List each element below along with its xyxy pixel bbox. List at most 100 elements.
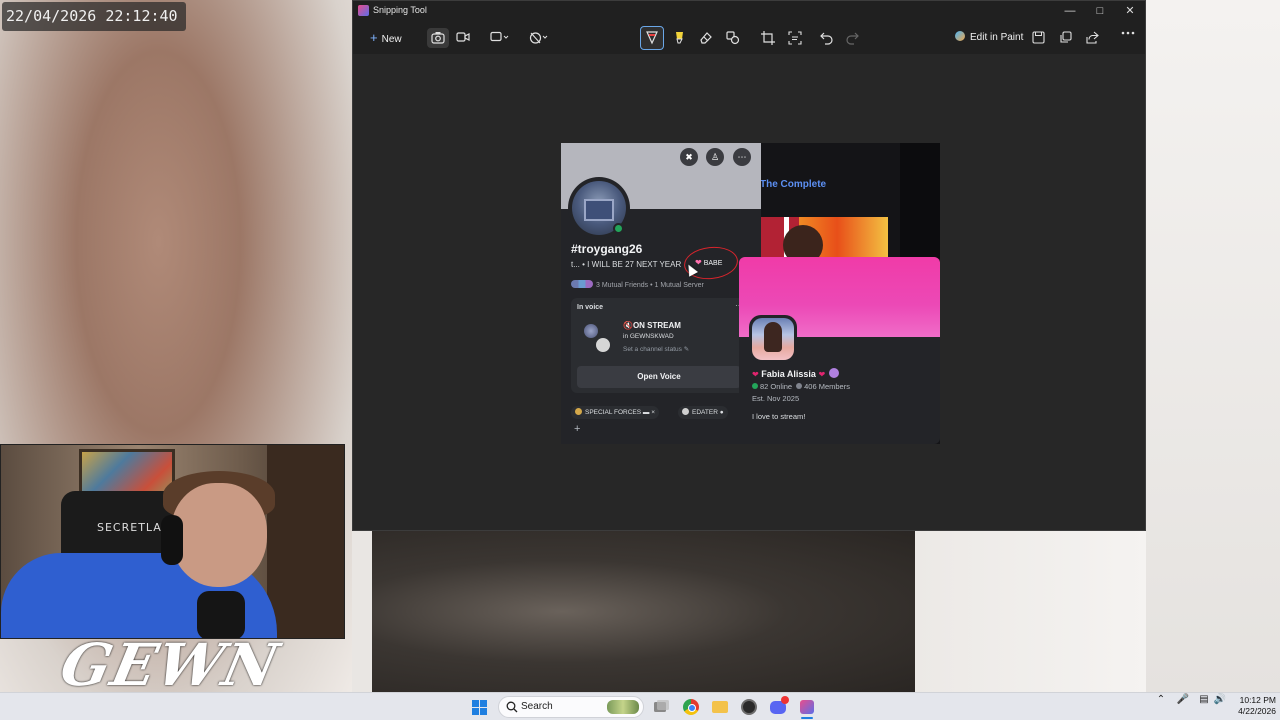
capture-dark-edge [900, 143, 940, 259]
network-icon[interactable]: ▤ [1197, 693, 1211, 707]
taskbar: Search ⌃ 🎤 ▤ 🔊 10:12 PM 4/22/2026 [0, 692, 1280, 720]
obs-button[interactable] [739, 697, 759, 717]
toolbar: + New Edit in Paint [353, 22, 1145, 54]
more-icon [1121, 31, 1135, 35]
tag-dot-icon [575, 408, 582, 415]
volume-icon[interactable]: 🔊 [1213, 693, 1227, 707]
shapes-button[interactable] [722, 28, 744, 48]
active-app-indicator [801, 717, 813, 719]
maximize-button[interactable]: □ [1085, 3, 1115, 20]
headset [161, 515, 183, 565]
redo-button[interactable] [841, 28, 863, 48]
user-profile-card: ✖ ♙ ⋯ #troygang26 t... • I WILL BE 27 NE… [561, 143, 761, 444]
webcam-feed: SECRETLAB [0, 444, 345, 639]
server-name-text: Fabia Alissia [761, 369, 816, 379]
system-clock[interactable]: 10:12 PM 4/22/2026 [1234, 695, 1276, 717]
start-button[interactable] [472, 700, 487, 715]
add-icon: + [574, 423, 581, 435]
task-view-button[interactable] [651, 697, 671, 717]
voice-server-name: in GEWNSKWAD [623, 333, 674, 340]
share-icon [1085, 31, 1099, 44]
text-actions-button[interactable] [784, 28, 806, 48]
edit-in-paint-label: Edit in Paint [970, 32, 1024, 43]
online-status-icon [613, 223, 624, 234]
save-icon [1031, 31, 1045, 44]
copy-button[interactable] [1054, 28, 1076, 48]
server-badge-icon [829, 368, 840, 378]
snipping-tool-app-icon [358, 5, 369, 16]
chevron-up-icon[interactable]: ⌃ [1154, 693, 1168, 707]
chrome-icon [683, 699, 699, 715]
edit-in-paint-button[interactable]: Edit in Paint [951, 28, 1027, 48]
channel-status-text: Set a channel status ✎ [623, 346, 690, 353]
streamer-face [171, 483, 267, 587]
video-icon [456, 32, 470, 42]
undo-icon [820, 32, 833, 45]
windows-logo-icon [472, 708, 479, 715]
copy-icon [1059, 31, 1072, 43]
voice-user-icon [594, 336, 612, 354]
stream-logo: GEWN [54, 631, 286, 699]
snipping-tool-taskbar-button[interactable] [797, 697, 817, 717]
obs-icon [741, 699, 757, 715]
highlighter-button[interactable] [668, 28, 690, 48]
members-dot-icon [796, 383, 803, 389]
delay-dropdown[interactable] [525, 28, 553, 48]
file-explorer-button[interactable] [710, 697, 730, 717]
microphone-icon[interactable]: 🎤 [1176, 693, 1190, 707]
timer-icon [529, 32, 548, 44]
video-thumbnail [761, 217, 888, 265]
mutual-text: 3 Mutual Friends • 1 Mutual Server [596, 282, 704, 289]
ballpoint-pen-icon [646, 31, 658, 45]
close-button[interactable]: ✕ [1115, 3, 1145, 20]
more-icon: ⋯ [733, 148, 751, 166]
undo-button[interactable] [816, 28, 838, 48]
save-button[interactable] [1027, 28, 1049, 48]
server-tag: EDATER ● [678, 406, 728, 419]
shapes-icon [726, 31, 740, 45]
in-voice-label: In voice [577, 304, 604, 311]
heart-icon: ❤ [752, 370, 759, 379]
new-snip-button[interactable]: + New [364, 27, 412, 49]
crop-button[interactable] [757, 28, 779, 48]
camera-icon [431, 32, 445, 44]
server-name: ❤ Fabia Alissia ❤ [752, 368, 840, 379]
background-video-frame [372, 531, 915, 692]
snipping-tool-window: Snipping Tool — □ ✕ + New Edit in Paint … [352, 0, 1146, 531]
mutual-avatars-icon [571, 280, 593, 288]
folder-icon [712, 701, 728, 713]
flag-icon: ▬ [642, 409, 650, 416]
webcam-door [267, 445, 344, 638]
taskbar-search[interactable]: Search [498, 696, 644, 718]
crop-icon [761, 31, 775, 45]
server-stats: 82 Online 406 Members [752, 382, 850, 391]
eraser-button[interactable] [695, 28, 717, 48]
new-label: New [381, 34, 402, 45]
tag-dot-icon [682, 408, 689, 415]
chrome-button[interactable] [681, 697, 701, 717]
server-profile-card: ❤ Fabia Alissia ❤ 82 Online 406 Members E… [739, 257, 940, 444]
title-bar[interactable]: Snipping Tool — □ ✕ [353, 1, 1145, 22]
snip-shape-dropdown[interactable] [486, 28, 514, 48]
chair-logo: SECRETLAB [97, 521, 171, 534]
paint-icon [955, 31, 965, 41]
record-mode-button[interactable] [452, 28, 474, 48]
screenshot-mode-button[interactable] [427, 28, 449, 48]
background-right [1146, 0, 1280, 692]
open-voice-button: Open Voice [577, 366, 741, 388]
more-options-button[interactable] [1117, 28, 1139, 48]
text-actions-icon [788, 31, 802, 45]
captured-screenshot[interactable]: The Complete ✖ ♙ ⋯ #troygang26 t... • I … [561, 143, 940, 444]
window-title: Snipping Tool [373, 5, 427, 15]
background-bottom-right [915, 531, 1146, 692]
online-dot-icon [752, 383, 758, 389]
server-description: I love to stream! [752, 412, 806, 421]
snipping-tool-icon [800, 700, 814, 714]
member-count: 406 Members [804, 382, 850, 391]
server-avatar [749, 315, 797, 363]
ballpoint-pen-button[interactable] [640, 26, 664, 50]
minimize-button[interactable]: — [1055, 3, 1085, 20]
search-icon [506, 701, 518, 713]
task-view-icon [654, 700, 669, 712]
share-button[interactable] [1081, 28, 1103, 48]
